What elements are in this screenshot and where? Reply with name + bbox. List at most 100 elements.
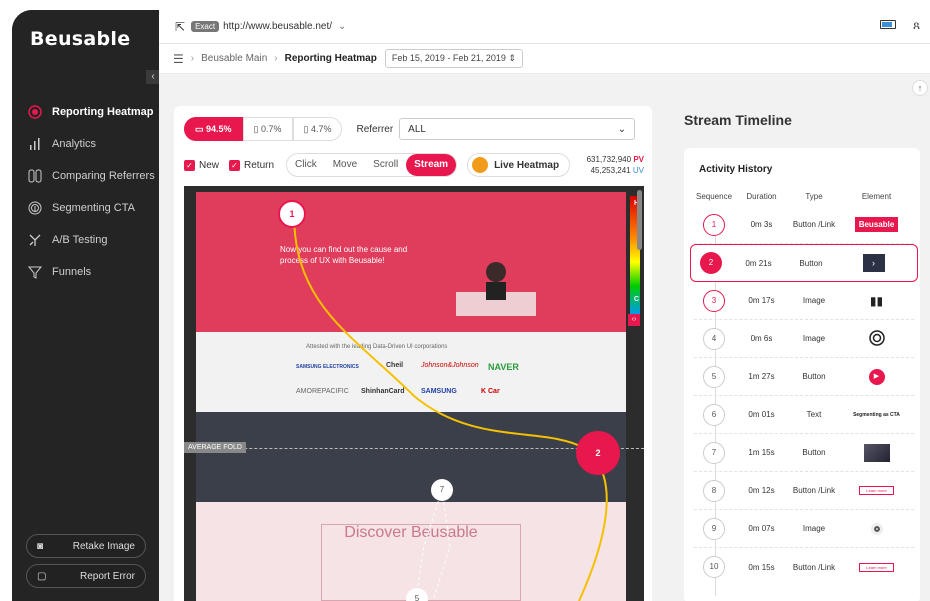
new-checkbox[interactable]: ✓ xyxy=(184,159,195,171)
sequence-badge: 8 xyxy=(703,479,725,502)
camera-icon: ◙ xyxy=(37,540,44,552)
date-range-select[interactable]: Feb 15, 2019 - Feb 21, 2019 ⇕ xyxy=(384,49,523,68)
chevron-right-icon: › xyxy=(190,53,195,64)
breadcrumb-current: Reporting Heatmap xyxy=(284,53,377,64)
exact-badge: Exact xyxy=(191,21,220,32)
sidebar-item-segmenting-cta[interactable]: Segmenting CTA xyxy=(12,192,159,224)
stream-marker-2[interactable]: 2 xyxy=(576,431,620,475)
tab-move[interactable]: Move xyxy=(325,154,365,176)
referrer-select[interactable]: ALL ⌄ xyxy=(399,118,636,140)
device-tablet-button[interactable]: ▯ 0.7% xyxy=(242,117,293,141)
return-label: Return xyxy=(244,159,275,171)
table-row[interactable]: 6 0m 01s Text Segmenting as CTA xyxy=(694,396,914,434)
element-thumbnail: Learn more xyxy=(859,486,894,495)
table-row[interactable]: 10 0m 15s Button /Link Learn more xyxy=(694,548,914,586)
heatmap-viewer[interactable]: Now you can find out the cause and proce… xyxy=(184,186,644,601)
app-window: Beusable ‹ Reporting Heatmap Analytics C… xyxy=(12,10,930,601)
sequence-badge: 2 xyxy=(700,252,722,274)
device-selector: ▭ 94.5% ▯ 0.7% ▯ 4.7% Referrer ALL ⌄ xyxy=(184,116,636,142)
target-icon xyxy=(28,105,42,119)
sequence-badge: 5 xyxy=(703,365,725,388)
table-row[interactable]: 3 0m 17s Image ▮▮ xyxy=(694,282,914,320)
sidebar-item-analytics[interactable]: Analytics xyxy=(12,128,159,160)
table-row[interactable]: 7 1m 15s Button xyxy=(694,434,914,472)
table-row[interactable]: 5 1m 27s Button ▶ xyxy=(694,358,914,396)
retake-image-label: Retake Image xyxy=(72,540,135,552)
heatmap-panel: ▭ 94.5% ▯ 0.7% ▯ 4.7% Referrer ALL ⌄ ✓ N… xyxy=(174,106,652,601)
app-logo[interactable]: Beusable xyxy=(30,28,130,50)
user-icon[interactable]: ጸ xyxy=(913,18,920,33)
mode-tabs: Click Move Scroll Stream xyxy=(286,153,458,177)
tablet-share: 0.7% xyxy=(261,124,282,134)
duration-cell: 0m 01s xyxy=(748,410,775,419)
live-icon xyxy=(472,157,489,173)
compare-thumbnail-icon: ▮▮ xyxy=(869,293,884,308)
sequence-badge: 6 xyxy=(703,403,725,426)
url-bar: ⇱ Exact http://www.beusable.net/ ⌄ ጸ xyxy=(159,10,930,44)
new-label: New xyxy=(199,159,220,171)
tab-scroll[interactable]: Scroll xyxy=(365,154,406,176)
sequence-badge: 3 xyxy=(703,289,725,312)
menu-icon[interactable]: ☰ xyxy=(173,52,184,66)
type-cell: Button /Link xyxy=(792,220,836,229)
fingerprint-icon xyxy=(28,201,42,215)
photo-thumbnail-icon xyxy=(863,443,890,462)
scroll-top-button[interactable]: ↑ xyxy=(912,80,928,96)
sidebar: Beusable ‹ Reporting Heatmap Analytics C… xyxy=(12,10,164,601)
sidebar-item-label: Reporting Heatmap xyxy=(52,106,154,118)
type-cell: Button xyxy=(802,372,826,381)
col-element: Element xyxy=(861,192,892,201)
element-thumbnail: Learn more xyxy=(859,562,894,572)
sidebar-item-label: Analytics xyxy=(52,138,97,150)
element-thumbnail: Beusable xyxy=(854,217,899,232)
pv-value: 631,732,940 xyxy=(586,155,632,164)
return-checkbox[interactable]: ✓ xyxy=(229,159,241,171)
activity-history-title: Activity History xyxy=(699,164,773,175)
col-sequence: Sequence xyxy=(695,192,733,201)
report-error-button[interactable]: ▢ Report Error xyxy=(26,564,146,588)
stream-marker-7[interactable]: 7 xyxy=(431,479,453,501)
device-desktop-button[interactable]: ▭ 94.5% xyxy=(184,117,243,141)
sidebar-item-ab-testing[interactable]: A/B Testing xyxy=(12,224,159,256)
breadcrumb-home[interactable]: Beusable Main xyxy=(201,53,267,64)
device-mobile-button[interactable]: ▯ 4.7% xyxy=(292,117,343,141)
fingerprint-thumbnail-icon xyxy=(868,329,885,348)
uv-label: UV xyxy=(632,166,644,175)
duration-cell: 0m 17s xyxy=(748,296,775,305)
table-row[interactable]: 4 0m 6s Image xyxy=(694,320,914,358)
stream-marker-1[interactable]: 1 xyxy=(278,200,306,228)
sidebar-item-reporting-heatmap[interactable]: Reporting Heatmap xyxy=(12,96,164,128)
external-link-icon[interactable]: ⇱ xyxy=(175,20,185,34)
report-error-label: Report Error xyxy=(79,570,135,582)
live-heatmap-button[interactable]: Live Heatmap xyxy=(467,153,571,177)
compare-icon xyxy=(28,169,42,183)
referrer-value: ALL xyxy=(408,123,426,135)
sequence-badge: 4 xyxy=(703,327,725,350)
battery-icon xyxy=(880,20,896,29)
sidebar-item-funnels[interactable]: Funnels xyxy=(12,256,159,288)
report-icon: ▢ xyxy=(37,570,47,582)
type-cell: Button xyxy=(799,258,823,268)
pv-label: PV xyxy=(633,155,644,164)
retake-image-button[interactable]: ◙ Retake Image xyxy=(26,534,146,558)
tab-stream[interactable]: Stream xyxy=(406,154,457,176)
table-row[interactable]: 8 0m 12s Button /Link Learn more xyxy=(694,472,914,510)
table-row[interactable]: 9 0m 07s Image xyxy=(694,510,914,548)
chevron-down-icon[interactable]: ⌄ xyxy=(338,21,346,32)
sidebar-item-comparing-referrers[interactable]: Comparing Referrers xyxy=(12,160,159,192)
sequence-badge: 7 xyxy=(703,441,725,464)
sidebar-item-label: Funnels xyxy=(52,266,92,278)
duration-cell: 0m 21s xyxy=(745,258,772,268)
table-row[interactable]: 1 0m 3s Button /Link Beusable xyxy=(694,206,914,244)
mobile-share: 4.7% xyxy=(310,124,332,134)
duration-cell: 0m 12s xyxy=(748,486,775,495)
bar-chart-icon xyxy=(28,137,42,151)
table-row[interactable]: 2 0m 21s Button › xyxy=(690,244,918,282)
tab-click[interactable]: Click xyxy=(287,154,325,176)
heatmap-toolbar: ✓ New ✓ Return Click Move Scroll Stream … xyxy=(184,152,644,178)
desktop-share: 94.5% xyxy=(206,124,232,134)
collapse-sidebar-button[interactable]: ‹ xyxy=(146,70,160,84)
play-thumbnail-icon: ▶ xyxy=(868,368,885,385)
page-url[interactable]: http://www.beusable.net/ xyxy=(223,21,332,32)
traffic-stats: 631,732,940 PV 45,253,241 UV xyxy=(587,154,644,176)
